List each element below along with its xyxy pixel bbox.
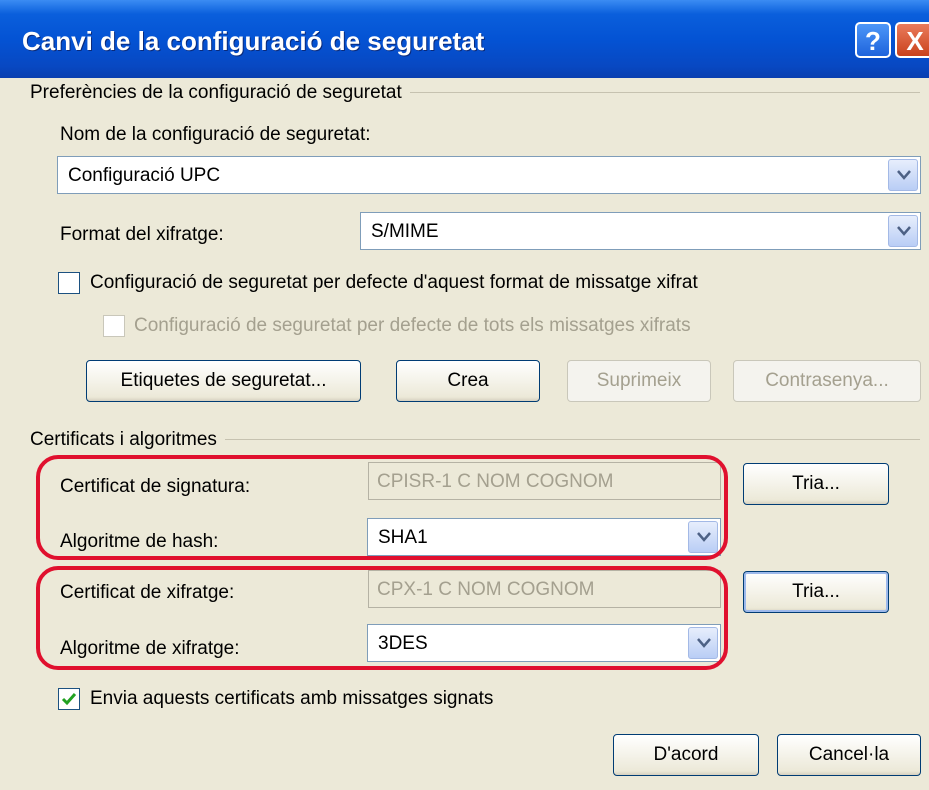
close-button[interactable]: X — [895, 22, 929, 58]
config-name-label: Nom de la configuració de seguretat: — [60, 124, 371, 145]
choose-signing-cert-button[interactable]: Tria... — [743, 463, 889, 505]
send-certs-label: Envia aquests certificats amb missatges … — [90, 688, 494, 709]
default-format-checkbox[interactable] — [58, 272, 80, 294]
prefs-group-label: Preferències de la configuració de segur… — [30, 82, 410, 104]
default-all-label: Configuració de seguretat per defecte de… — [134, 315, 691, 336]
cancel-button[interactable]: Cancel·la — [777, 734, 921, 776]
title-bar[interactable]: Canvi de la configuració de seguretat ? … — [0, 0, 929, 78]
help-icon: ? — [865, 26, 881, 56]
window-title: Canvi de la configuració de seguretat — [22, 26, 485, 56]
config-name-value: Configuració UPC — [68, 165, 221, 186]
format-combo[interactable]: S/MIME — [360, 212, 921, 250]
close-icon: X — [906, 26, 924, 56]
default-all-checkbox[interactable] — [103, 315, 125, 337]
checkmark-icon — [61, 693, 77, 706]
dialog-window: Canvi de la configuració de seguretat ? … — [0, 0, 929, 790]
ok-button[interactable]: D'acord — [613, 734, 759, 776]
default-format-label: Configuració de seguretat per defecte d'… — [90, 272, 698, 293]
help-button[interactable]: ? — [855, 22, 891, 58]
send-certs-checkbox[interactable] — [58, 688, 80, 710]
certs-group-label: Certificats i algoritmes — [30, 429, 225, 451]
encryption-highlight-outline — [36, 566, 728, 670]
chevron-down-icon[interactable] — [888, 159, 918, 191]
config-name-combo[interactable]: Configuració UPC — [57, 156, 921, 194]
signing-highlight-outline — [36, 455, 728, 560]
chevron-down-icon[interactable] — [888, 215, 918, 247]
create-button[interactable]: Crea — [396, 360, 540, 402]
format-value: S/MIME — [371, 221, 439, 242]
choose-enc-cert-button[interactable]: Tria... — [743, 571, 889, 613]
security-labels-button[interactable]: Etiquetes de seguretat... — [86, 360, 361, 402]
format-label: Format del xifratge: — [60, 224, 224, 245]
password-button[interactable]: Contrasenya... — [733, 360, 921, 402]
delete-button[interactable]: Suprimeix — [567, 360, 711, 402]
